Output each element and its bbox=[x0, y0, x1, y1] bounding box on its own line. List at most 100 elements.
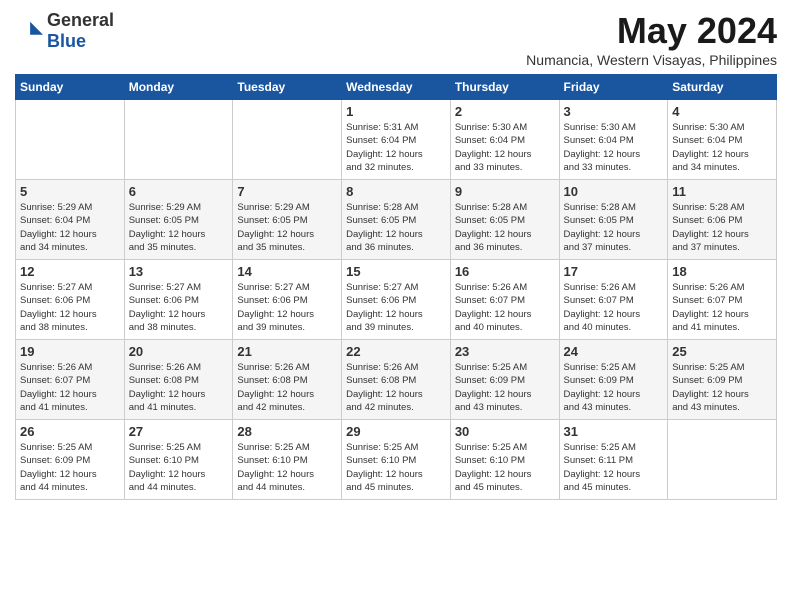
calendar-cell: 26 Sunrise: 5:25 AM Sunset: 6:09 PM Dayli… bbox=[16, 420, 125, 500]
day-number: 6 bbox=[129, 184, 229, 199]
cell-content: Sunrise: 5:27 AM Sunset: 6:06 PM Dayligh… bbox=[129, 281, 229, 334]
day-number: 12 bbox=[20, 264, 120, 279]
day-number: 8 bbox=[346, 184, 446, 199]
day-number: 3 bbox=[564, 104, 664, 119]
day-number: 20 bbox=[129, 344, 229, 359]
day-number: 13 bbox=[129, 264, 229, 279]
svg-text:◣: ◣ bbox=[29, 19, 43, 36]
cell-content: Sunrise: 5:26 AM Sunset: 6:08 PM Dayligh… bbox=[237, 361, 337, 414]
calendar-cell: 2Sunrise: 5:30 AM Sunset: 6:04 PM Daylig… bbox=[450, 100, 559, 180]
calendar-cell: 31Sunrise: 5:25 AM Sunset: 6:11 PM Dayli… bbox=[559, 420, 668, 500]
calendar-cell: 3 Sunrise: 5:30 AM Sunset: 6:04 PM Daylig… bbox=[559, 100, 668, 180]
cell-content: Sunrise: 5:29 AM Sunset: 6:05 PM Dayligh… bbox=[237, 201, 337, 254]
calendar-cell: 13 Sunrise: 5:27 AM Sunset: 6:06 PM Dayli… bbox=[124, 260, 233, 340]
month-title: May 2024 bbox=[526, 10, 777, 52]
day-number: 16 bbox=[455, 264, 555, 279]
column-header-wednesday: Wednesday bbox=[342, 75, 451, 100]
column-header-sunday: Sunday bbox=[16, 75, 125, 100]
cell-content: Sunrise: 5:25 AM Sunset: 6:09 PM Dayligh… bbox=[20, 441, 120, 494]
day-number: 7 bbox=[237, 184, 337, 199]
column-header-tuesday: Tuesday bbox=[233, 75, 342, 100]
day-number: 19 bbox=[20, 344, 120, 359]
cell-content: Sunrise: 5:25 AM Sunset: 6:10 PM Dayligh… bbox=[237, 441, 337, 494]
day-number: 27 bbox=[129, 424, 229, 439]
calendar-cell: 4Sunrise: 5:30 AM Sunset: 6:04 PM Daylig… bbox=[668, 100, 777, 180]
day-number: 15 bbox=[346, 264, 446, 279]
calendar-week-4: 19 Sunrise: 5:26 AM Sunset: 6:07 PM Dayli… bbox=[16, 340, 777, 420]
calendar-body: 1 Sunrise: 5:31 AM Sunset: 6:04 PM Daylig… bbox=[16, 100, 777, 500]
calendar-cell bbox=[124, 100, 233, 180]
calendar-cell bbox=[16, 100, 125, 180]
location: Numancia, Western Visayas, Philippines bbox=[526, 52, 777, 68]
calendar-cell: 22 Sunrise: 5:26 AM Sunset: 6:08 PM Dayli… bbox=[342, 340, 451, 420]
calendar-cell: 30Sunrise: 5:25 AM Sunset: 6:10 PM Dayli… bbox=[450, 420, 559, 500]
calendar-cell: 8Sunrise: 5:28 AM Sunset: 6:05 PM Daylig… bbox=[342, 180, 451, 260]
calendar-cell: 23 Sunrise: 5:25 AM Sunset: 6:09 PM Dayli… bbox=[450, 340, 559, 420]
cell-content: Sunrise: 5:26 AM Sunset: 6:07 PM Dayligh… bbox=[20, 361, 120, 414]
calendar-cell: 20 Sunrise: 5:26 AM Sunset: 6:08 PM Dayli… bbox=[124, 340, 233, 420]
day-number: 18 bbox=[672, 264, 772, 279]
day-number: 1 bbox=[346, 104, 446, 119]
calendar-week-3: 12 Sunrise: 5:27 AM Sunset: 6:06 PM Dayli… bbox=[16, 260, 777, 340]
cell-content: Sunrise: 5:26 AM Sunset: 6:07 PM Dayligh… bbox=[564, 281, 664, 334]
cell-content: Sunrise: 5:27 AM Sunset: 6:06 PM Dayligh… bbox=[237, 281, 337, 334]
calendar-cell bbox=[233, 100, 342, 180]
cell-content: Sunrise: 5:28 AM Sunset: 6:05 PM Dayligh… bbox=[455, 201, 555, 254]
cell-content: Sunrise: 5:25 AM Sunset: 6:10 PM Dayligh… bbox=[129, 441, 229, 494]
cell-content: Sunrise: 5:25 AM Sunset: 6:10 PM Dayligh… bbox=[346, 441, 446, 494]
cell-content: Sunrise: 5:31 AM Sunset: 6:04 PM Dayligh… bbox=[346, 121, 446, 174]
day-number: 21 bbox=[237, 344, 337, 359]
calendar-cell: 5Sunrise: 5:29 AM Sunset: 6:04 PM Daylig… bbox=[16, 180, 125, 260]
calendar-cell: 10Sunrise: 5:28 AM Sunset: 6:05 PM Dayli… bbox=[559, 180, 668, 260]
day-number: 23 bbox=[455, 344, 555, 359]
day-number: 28 bbox=[237, 424, 337, 439]
cell-content: Sunrise: 5:25 AM Sunset: 6:09 PM Dayligh… bbox=[564, 361, 664, 414]
cell-content: Sunrise: 5:26 AM Sunset: 6:07 PM Dayligh… bbox=[455, 281, 555, 334]
calendar-cell: 17 Sunrise: 5:26 AM Sunset: 6:07 PM Dayli… bbox=[559, 260, 668, 340]
day-number: 4 bbox=[672, 104, 772, 119]
column-header-monday: Monday bbox=[124, 75, 233, 100]
calendar-cell: 19 Sunrise: 5:26 AM Sunset: 6:07 PM Dayli… bbox=[16, 340, 125, 420]
day-number: 25 bbox=[672, 344, 772, 359]
day-number: 22 bbox=[346, 344, 446, 359]
logo: ◣ General Blue bbox=[15, 10, 114, 52]
calendar-cell bbox=[668, 420, 777, 500]
calendar-week-5: 26 Sunrise: 5:25 AM Sunset: 6:09 PM Dayli… bbox=[16, 420, 777, 500]
calendar-cell: 24Sunrise: 5:25 AM Sunset: 6:09 PM Dayli… bbox=[559, 340, 668, 420]
calendar-week-1: 1 Sunrise: 5:31 AM Sunset: 6:04 PM Daylig… bbox=[16, 100, 777, 180]
calendar-cell: 14 Sunrise: 5:27 AM Sunset: 6:06 PM Dayli… bbox=[233, 260, 342, 340]
cell-content: Sunrise: 5:25 AM Sunset: 6:10 PM Dayligh… bbox=[455, 441, 555, 494]
day-number: 29 bbox=[346, 424, 446, 439]
cell-content: Sunrise: 5:26 AM Sunset: 6:08 PM Dayligh… bbox=[346, 361, 446, 414]
column-header-friday: Friday bbox=[559, 75, 668, 100]
calendar-header-row: SundayMondayTuesdayWednesdayThursdayFrid… bbox=[16, 75, 777, 100]
calendar-cell: 28 Sunrise: 5:25 AM Sunset: 6:10 PM Dayli… bbox=[233, 420, 342, 500]
day-number: 10 bbox=[564, 184, 664, 199]
cell-content: Sunrise: 5:26 AM Sunset: 6:07 PM Dayligh… bbox=[672, 281, 772, 334]
cell-content: Sunrise: 5:25 AM Sunset: 6:11 PM Dayligh… bbox=[564, 441, 664, 494]
cell-content: Sunrise: 5:29 AM Sunset: 6:04 PM Dayligh… bbox=[20, 201, 120, 254]
day-number: 17 bbox=[564, 264, 664, 279]
cell-content: Sunrise: 5:25 AM Sunset: 6:09 PM Dayligh… bbox=[672, 361, 772, 414]
cell-content: Sunrise: 5:25 AM Sunset: 6:09 PM Dayligh… bbox=[455, 361, 555, 414]
calendar-cell: 29 Sunrise: 5:25 AM Sunset: 6:10 PM Dayli… bbox=[342, 420, 451, 500]
calendar-table: SundayMondayTuesdayWednesdayThursdayFrid… bbox=[15, 74, 777, 500]
logo-blue: Blue bbox=[47, 31, 86, 51]
cell-content: Sunrise: 5:30 AM Sunset: 6:04 PM Dayligh… bbox=[564, 121, 664, 174]
page-header: ◣ General Blue May 2024 Numancia, Wester… bbox=[15, 10, 777, 68]
calendar-cell: 27 Sunrise: 5:25 AM Sunset: 6:10 PM Dayli… bbox=[124, 420, 233, 500]
calendar-cell: 1 Sunrise: 5:31 AM Sunset: 6:04 PM Daylig… bbox=[342, 100, 451, 180]
cell-content: Sunrise: 5:26 AM Sunset: 6:08 PM Dayligh… bbox=[129, 361, 229, 414]
calendar-cell: 21 Sunrise: 5:26 AM Sunset: 6:08 PM Dayli… bbox=[233, 340, 342, 420]
cell-content: Sunrise: 5:28 AM Sunset: 6:06 PM Dayligh… bbox=[672, 201, 772, 254]
day-number: 26 bbox=[20, 424, 120, 439]
calendar-cell: 15Sunrise: 5:27 AM Sunset: 6:06 PM Dayli… bbox=[342, 260, 451, 340]
title-area: May 2024 Numancia, Western Visayas, Phil… bbox=[526, 10, 777, 68]
calendar-cell: 25 Sunrise: 5:25 AM Sunset: 6:09 PM Dayli… bbox=[668, 340, 777, 420]
cell-content: Sunrise: 5:29 AM Sunset: 6:05 PM Dayligh… bbox=[129, 201, 229, 254]
calendar-cell: 7 Sunrise: 5:29 AM Sunset: 6:05 PM Daylig… bbox=[233, 180, 342, 260]
calendar-cell: 9Sunrise: 5:28 AM Sunset: 6:05 PM Daylig… bbox=[450, 180, 559, 260]
day-number: 11 bbox=[672, 184, 772, 199]
day-number: 14 bbox=[237, 264, 337, 279]
calendar-cell: 12Sunrise: 5:27 AM Sunset: 6:06 PM Dayli… bbox=[16, 260, 125, 340]
